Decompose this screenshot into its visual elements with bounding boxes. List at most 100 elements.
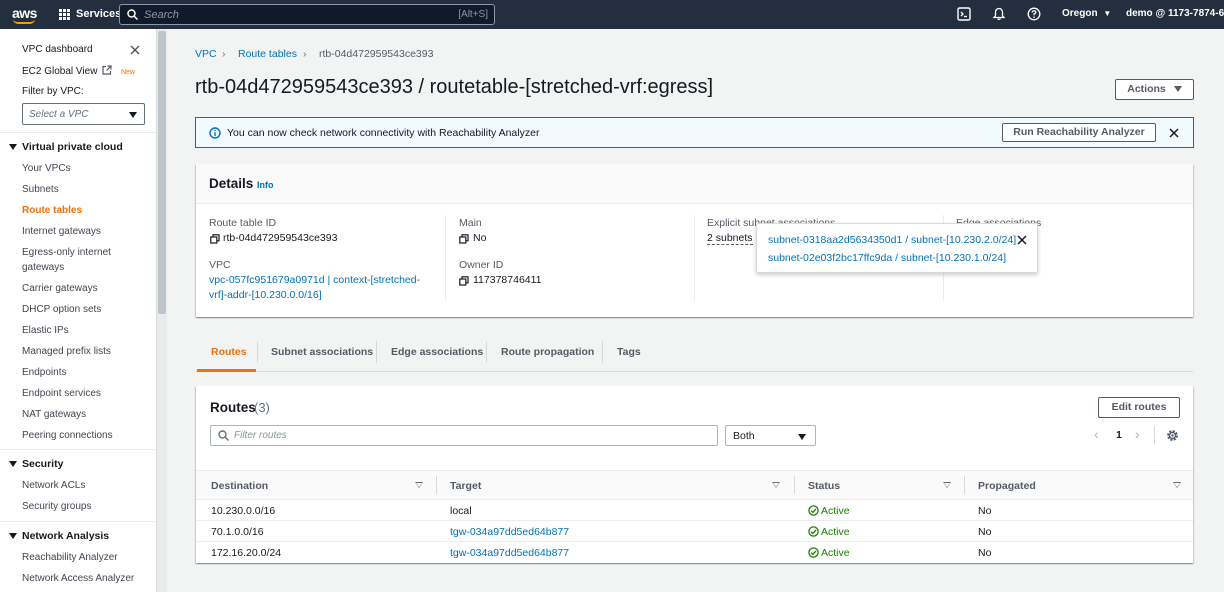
sidebar-item-route-tables[interactable]: Route tables [22,205,82,216]
services-grid-icon[interactable] [59,9,70,20]
global-search-input[interactable]: Search [Alt+S] [119,4,495,25]
filter-routes-input[interactable]: Filter routes [210,425,718,446]
routes-heading: Routes [210,400,256,415]
caret-down-icon [9,461,17,468]
vpc-link[interactable]: vpc-057fc951679a0971d | context-[stretch… [209,274,420,286]
sidebar-item-endpoints[interactable]: Endpoints [22,367,66,378]
sidebar-item-elastic-ips[interactable]: Elastic IPs [22,325,69,336]
chevron-down-icon: ▼ [1103,9,1112,18]
tab-routes[interactable]: Routes [211,346,247,358]
copy-icon[interactable] [459,234,469,244]
sidebar-item-subnets[interactable]: Subnets [22,184,59,195]
routes-count: (3) [254,400,270,415]
copy-icon[interactable] [210,234,220,244]
cell-target-link[interactable]: tgw-034a97dd5ed64b877 [450,526,569,538]
sidebar-item-label: EC2 Global View [22,66,98,77]
cell-target-link[interactable]: tgw-034a97dd5ed64b877 [450,547,569,559]
region-selector[interactable]: Oregon ▼ [1062,8,1111,19]
tab-route-propagation[interactable]: Route propagation [501,346,594,358]
section-title: Network Analysis [22,530,110,542]
sidebar-item-dhcp-option-sets[interactable]: DHCP option sets [22,304,101,315]
help-icon[interactable] [1027,7,1041,21]
select-value: Both [733,430,755,442]
sidebar-item-network-access-analyzer[interactable]: Network Access Analyzer [22,573,134,584]
sidebar-item-network-acls[interactable]: Network ACLs [22,480,85,491]
column-header-target[interactable]: Target [450,480,481,492]
filter-placeholder: Filter routes [234,430,287,441]
sort-icon[interactable] [772,482,780,488]
sidebar-item-egress-only-internet-gateways-line2[interactable]: gateways [22,262,64,273]
sidebar-item-reachability-analyzer[interactable]: Reachability Analyzer [22,552,118,563]
sidebar-item-egress-only-internet-gateways[interactable]: Egress-only internet [22,247,111,258]
pagination-next-icon[interactable]: › [1135,426,1140,442]
sidebar-item-security-groups[interactable]: Security groups [22,501,91,512]
sidebar-item-vpc-dashboard[interactable]: VPC dashboard [22,44,93,55]
sidebar-item-endpoint-services[interactable]: Endpoint services [22,388,101,399]
subnet-link[interactable]: subnet-0318aa2d5634350d1 / subnet-[10.23… [768,234,1016,246]
main-value: No [473,232,487,244]
aws-logo[interactable]: aws [12,5,37,24]
account-menu[interactable]: demo @ 1173-7874-6411 [1126,8,1224,19]
column-header-propagated[interactable]: Propagated [978,480,1036,492]
scrollbar-thumb[interactable] [158,31,166,314]
vpc-link-line2[interactable]: vrf]-addr-[10.230.0.0/16] [209,289,322,301]
section-security[interactable]: Security [9,458,63,470]
info-link[interactable]: Info [257,180,274,190]
close-icon[interactable] [130,45,140,55]
copy-icon[interactable] [459,276,469,286]
tab-edge-associations[interactable]: Edge associations [391,346,483,358]
breadcrumb-route-tables[interactable]: Route tables [238,48,297,60]
column-header-status[interactable]: Status [808,480,840,492]
sidebar-item-peering-connections[interactable]: Peering connections [22,430,113,441]
sidebar-item-your-vpcs[interactable]: Your VPCs [22,163,71,174]
sidebar-item-carrier-gateways[interactable]: Carrier gateways [22,283,98,294]
actions-label: Actions [1127,83,1166,95]
sort-icon[interactable] [1173,482,1181,488]
search-placeholder: Search [144,9,179,21]
cloudshell-icon[interactable] [957,7,971,21]
divider [0,449,156,450]
close-icon[interactable] [1169,128,1179,138]
sidebar-item-ec2-global-view[interactable]: EC2 Global View New [22,65,135,77]
section-virtual-private-cloud[interactable]: Virtual private cloud [9,141,123,153]
propagation-filter-select[interactable]: Both [725,425,816,446]
side-navigation: VPC dashboard EC2 Global View New Filter… [0,29,157,592]
divider [0,521,156,522]
subnet-link[interactable]: subnet-02e03f2bc17ffc9da / subnet-[10.23… [768,252,1006,264]
pagination-page[interactable]: 1 [1116,429,1122,441]
info-icon [209,127,221,139]
owner-id-label: Owner ID [459,259,504,271]
cell-destination: 10.230.0.0/16 [211,505,276,517]
breadcrumb-vpc[interactable]: VPC [195,48,217,60]
table-header [196,470,1193,500]
caret-down-icon [9,533,17,540]
close-icon[interactable] [1017,235,1027,245]
sidebar-scrollbar[interactable] [157,29,167,592]
sidebar-item-nat-gateways[interactable]: NAT gateways [22,409,86,420]
column-divider [794,476,795,494]
explicit-subnets-trigger[interactable]: 2 subnets [707,232,753,245]
divider [1154,426,1155,444]
column-header-destination[interactable]: Destination [211,480,268,492]
run-reachability-analyzer-button[interactable]: Run Reachability Analyzer [1002,123,1156,142]
actions-button[interactable]: Actions [1115,79,1194,100]
divider [0,132,156,133]
edit-routes-button[interactable]: Edit routes [1098,397,1180,418]
tab-subnet-associations[interactable]: Subnet associations [271,346,373,358]
notifications-bell-icon[interactable] [992,7,1006,21]
vpc-label: VPC [209,259,231,271]
vpc-filter-select[interactable]: Select a VPC [22,103,145,125]
services-menu[interactable]: Services [76,8,121,20]
sort-icon[interactable] [415,482,423,488]
search-shortcut: [Alt+S] [458,9,488,20]
settings-gear-icon[interactable] [1166,429,1179,442]
tab-tags[interactable]: Tags [617,346,641,358]
section-network-analysis[interactable]: Network Analysis [9,530,109,542]
sort-icon[interactable] [943,482,951,488]
main-label: Main [459,217,482,229]
tabs-baseline [196,371,1193,372]
sidebar-item-managed-prefix-lists[interactable]: Managed prefix lists [22,346,111,357]
tab-separator [376,341,377,363]
pagination-prev-icon[interactable]: ‹ [1094,426,1099,442]
sidebar-item-internet-gateways[interactable]: Internet gateways [22,226,101,237]
